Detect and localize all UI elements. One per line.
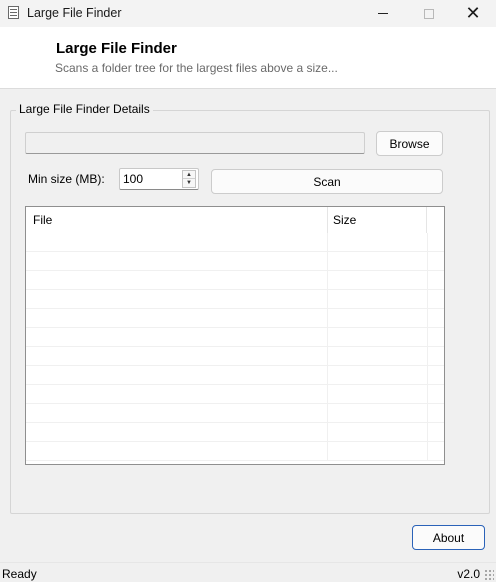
version-text: v2.0 [457,567,480,581]
details-group-legend: Large File Finder Details [16,102,153,116]
list-row [26,290,444,309]
close-button[interactable]: ✕ [450,0,496,27]
title-bar[interactable]: Large File Finder ✕ [0,0,496,27]
column-header-size[interactable]: Size [328,207,427,233]
about-button[interactable]: About [412,525,485,550]
list-row [26,423,444,442]
list-row [26,442,444,461]
list-row [26,233,444,252]
close-icon: ✕ [465,3,481,23]
list-row [26,271,444,290]
maximize-icon [424,8,434,19]
resize-grip-icon[interactable] [484,569,494,581]
spin-buttons: ▲ ▼ [182,170,196,188]
list-row [26,347,444,366]
chevron-down-icon[interactable]: ▼ [183,179,195,187]
page-subtitle: Scans a folder tree for the largest file… [55,61,338,75]
list-row [26,328,444,347]
chevron-up-icon[interactable]: ▲ [183,171,195,179]
minimize-button[interactable] [360,0,406,27]
page-title: Large File Finder [56,40,177,57]
status-text: Ready [2,567,37,581]
list-row [26,385,444,404]
document-icon [8,6,19,19]
main-window: Large File Finder ✕ Large File Finder Sc… [0,0,496,582]
results-list-header: File Size [26,207,444,233]
scan-button[interactable]: Scan [211,169,443,194]
min-size-label: Min size (MB): [28,172,105,186]
status-bar: Ready v2.0 [0,562,496,582]
maximize-button[interactable] [406,0,452,27]
min-size-spinbox[interactable]: 100 ▲ ▼ [119,168,199,190]
folder-path-field[interactable] [25,132,365,154]
list-row [26,366,444,385]
min-size-value[interactable]: 100 [123,172,143,186]
list-row [26,252,444,271]
list-row [26,309,444,328]
browse-button[interactable]: Browse [376,131,443,156]
results-list[interactable]: File Size [25,206,445,465]
results-list-body[interactable] [26,233,444,464]
list-row [26,404,444,423]
minimize-icon [378,13,388,14]
window-title: Large File Finder [27,6,122,20]
column-header-file[interactable]: File [26,207,328,233]
header-banner: Large File Finder Scans a folder tree fo… [0,27,496,89]
